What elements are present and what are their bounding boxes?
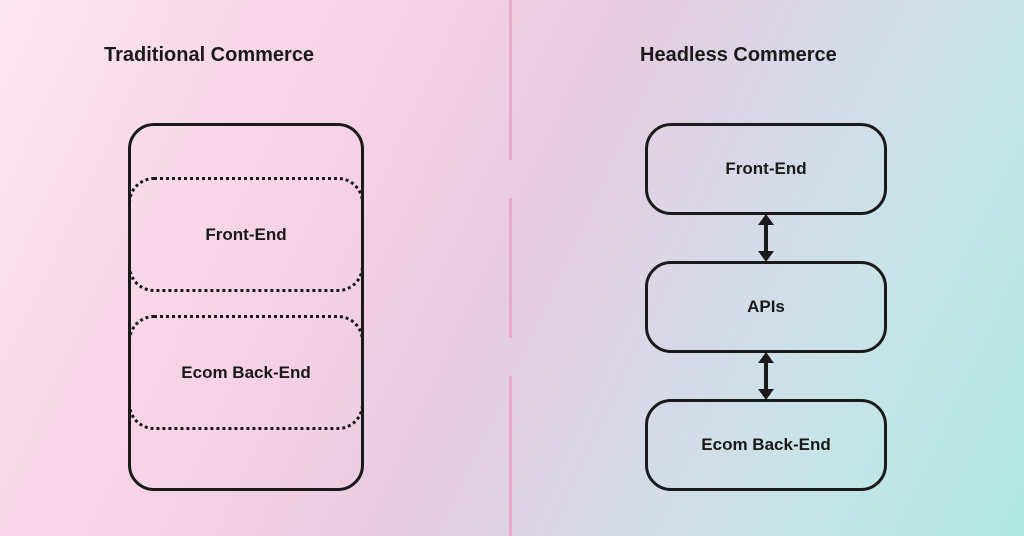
arrow-icon <box>764 224 768 252</box>
traditional-backend-label: Ecom Back-End <box>181 363 310 383</box>
headless-backend-label: Ecom Back-End <box>701 435 830 455</box>
headless-title: Headless Commerce <box>640 44 837 67</box>
arrow-icon <box>764 362 768 390</box>
divider-segment-1 <box>509 0 512 160</box>
headless-frontend-label: Front-End <box>725 159 806 179</box>
traditional-title: Traditional Commerce <box>104 44 314 67</box>
divider-segment-3 <box>509 376 512 536</box>
headless-frontend-box: Front-End <box>645 123 887 215</box>
traditional-backend-box: Ecom Back-End <box>128 315 364 430</box>
traditional-frontend-box: Front-End <box>128 177 364 292</box>
divider-segment-2 <box>509 198 512 338</box>
traditional-frontend-label: Front-End <box>205 225 286 245</box>
headless-apis-box: APIs <box>645 261 887 353</box>
headless-backend-box: Ecom Back-End <box>645 399 887 491</box>
headless-apis-label: APIs <box>747 297 785 317</box>
